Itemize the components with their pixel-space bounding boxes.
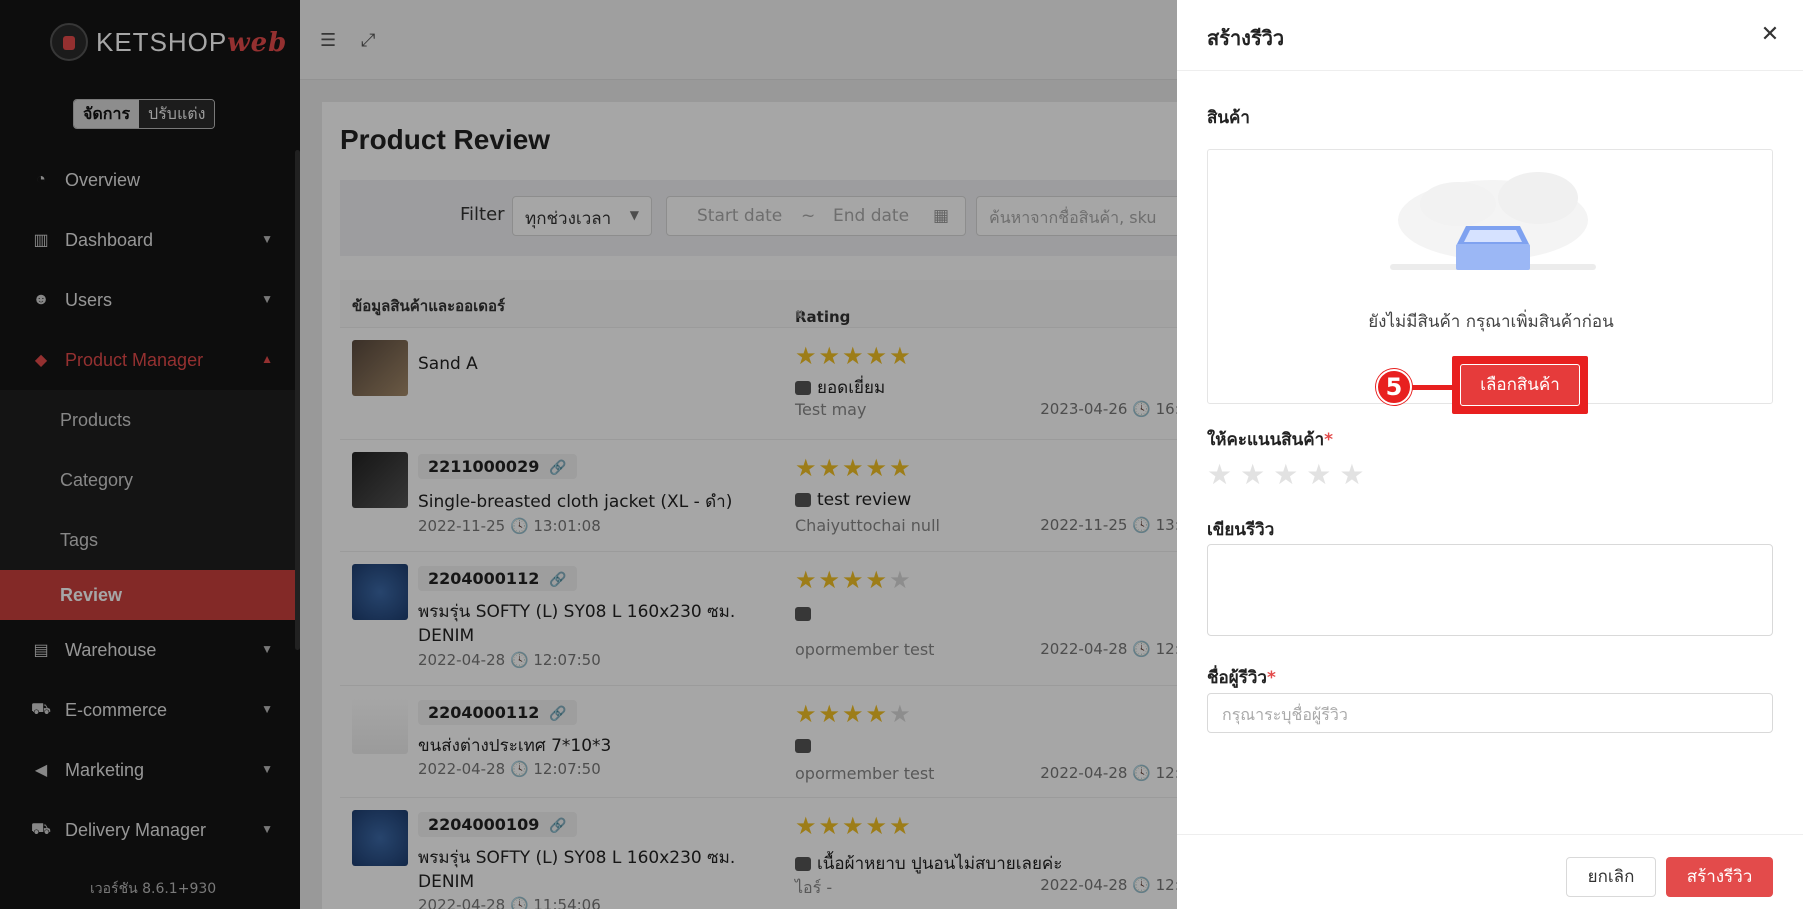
product-label: สินค้า: [1207, 108, 1250, 128]
step-connector: [1412, 385, 1454, 390]
drawer-divider: [1177, 70, 1803, 71]
close-icon[interactable]: ✕: [1757, 22, 1783, 48]
product-empty-box: ยังไม่มีสินค้า กรุณาเพิ่มสินค้าก่อน 5 เล…: [1207, 149, 1773, 414]
create-review-drawer: สร้างรีวิว ✕ สินค้า ยังไม่มีสินค้า กรุณา…: [1177, 0, 1803, 909]
review-textarea[interactable]: [1207, 544, 1773, 636]
rating-input-stars[interactable]: ★★★★★: [1207, 458, 1373, 491]
step-number-badge: 5: [1376, 369, 1412, 405]
empty-box-illustration: [1390, 172, 1596, 270]
required-mark: *: [1324, 430, 1334, 450]
drawer-title: สร้างรีวิว: [1207, 26, 1285, 50]
drawer-footer: ยกเลิก สร้างรีวิว: [1177, 834, 1803, 909]
select-product-button[interactable]: เลือกสินค้า: [1460, 364, 1580, 406]
cancel-button[interactable]: ยกเลิก: [1566, 857, 1656, 897]
empty-product-text: ยังไม่มีสินค้า กรุณาเพิ่มสินค้าก่อน: [1368, 312, 1614, 332]
modal-backdrop[interactable]: [0, 0, 1177, 909]
select-product-highlight: เลือกสินค้า: [1452, 356, 1588, 414]
reviewer-label: ชื่อผู้รีวิว*: [1207, 668, 1276, 688]
rating-label: ให้คะแนนสินค้า*: [1207, 430, 1334, 450]
required-mark: *: [1266, 668, 1276, 688]
create-review-button[interactable]: สร้างรีวิว: [1666, 857, 1773, 897]
review-label: เขียนรีวิว: [1207, 520, 1275, 540]
reviewer-name-input[interactable]: กรุณาระบุชื่อผู้รีวิว: [1207, 693, 1773, 733]
